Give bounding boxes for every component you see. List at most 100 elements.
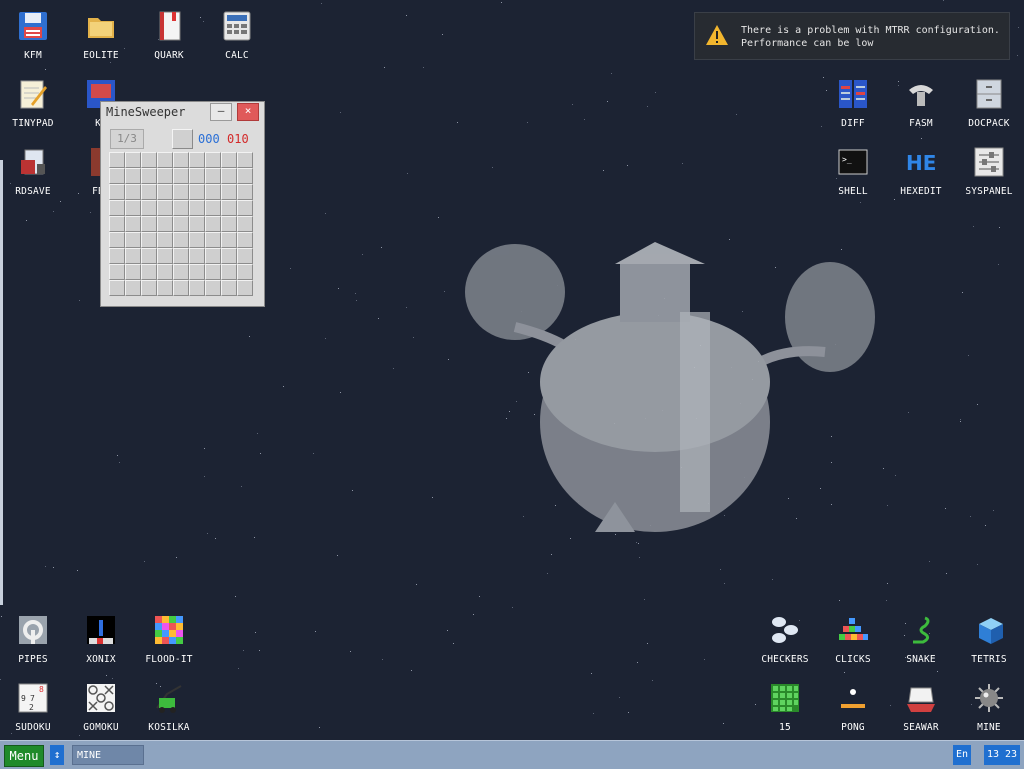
mine-cell[interactable] bbox=[157, 168, 173, 184]
desktop-icon-rdsave[interactable]: RDSAVE bbox=[1, 146, 65, 208]
desktop-icon-pipes[interactable]: PIPES bbox=[1, 614, 65, 676]
desktop-icon-docpack[interactable]: DOCPACK bbox=[957, 78, 1021, 140]
mine-cell[interactable] bbox=[205, 248, 221, 264]
desktop-icon-sudoku[interactable]: 972 8 SUDOKU bbox=[1, 682, 65, 744]
minesweeper-window[interactable]: MineSweeper – × 1/3 000 010 bbox=[100, 101, 265, 307]
mine-cell[interactable] bbox=[189, 248, 205, 264]
mine-cell[interactable] bbox=[141, 200, 157, 216]
mine-cell[interactable] bbox=[237, 152, 253, 168]
mine-cell[interactable] bbox=[205, 200, 221, 216]
mine-cell[interactable] bbox=[237, 200, 253, 216]
mine-cell[interactable] bbox=[109, 264, 125, 280]
mine-cell[interactable] bbox=[205, 264, 221, 280]
mtrr-warning-notification[interactable]: There is a problem with MTRR configurati… bbox=[694, 12, 1010, 60]
mine-cell[interactable] bbox=[141, 216, 157, 232]
mine-cell[interactable] bbox=[125, 184, 141, 200]
mine-cell[interactable] bbox=[237, 184, 253, 200]
mine-cell[interactable] bbox=[237, 280, 253, 296]
mine-cell[interactable] bbox=[141, 280, 157, 296]
mine-cell[interactable] bbox=[125, 280, 141, 296]
mine-cell[interactable] bbox=[173, 232, 189, 248]
mine-cell[interactable] bbox=[189, 280, 205, 296]
mine-cell[interactable] bbox=[125, 264, 141, 280]
mine-cell[interactable] bbox=[173, 264, 189, 280]
mine-cell[interactable] bbox=[237, 248, 253, 264]
desktop-icon-eolite[interactable]: EOLITE bbox=[69, 10, 133, 72]
desktop-icon-tetris[interactable]: TETRIS bbox=[957, 614, 1021, 676]
minimize-button[interactable]: – bbox=[210, 103, 232, 121]
mine-cell[interactable] bbox=[109, 184, 125, 200]
mine-cell[interactable] bbox=[221, 248, 237, 264]
mine-cell[interactable] bbox=[109, 280, 125, 296]
desktop-icon-mine[interactable]: MINE bbox=[957, 682, 1021, 744]
desktop-icon-flood-it[interactable]: FLOOD-IT bbox=[137, 614, 201, 676]
mine-cell[interactable] bbox=[173, 248, 189, 264]
mine-cell[interactable] bbox=[205, 168, 221, 184]
mine-cell[interactable] bbox=[109, 232, 125, 248]
desktop-icon-xonix[interactable]: XONIX bbox=[69, 614, 133, 676]
mine-cell[interactable] bbox=[205, 232, 221, 248]
mine-cell[interactable] bbox=[125, 168, 141, 184]
mine-cell[interactable] bbox=[205, 280, 221, 296]
mine-cell[interactable] bbox=[221, 168, 237, 184]
desktop-icon-calc[interactable]: CALC bbox=[205, 10, 269, 72]
mine-cell[interactable] bbox=[221, 216, 237, 232]
mine-cell[interactable] bbox=[237, 216, 253, 232]
desktop-icon-quark[interactable]: QUARK bbox=[137, 10, 201, 72]
desktop-icon-clicks[interactable]: CLICKS bbox=[821, 614, 885, 676]
mine-cell[interactable] bbox=[189, 232, 205, 248]
mine-cell[interactable] bbox=[157, 152, 173, 168]
mine-cell[interactable] bbox=[141, 232, 157, 248]
mine-cell[interactable] bbox=[221, 264, 237, 280]
desktop-icon-snake[interactable]: SNAKE bbox=[889, 614, 953, 676]
mine-cell[interactable] bbox=[109, 168, 125, 184]
mine-cell[interactable] bbox=[141, 184, 157, 200]
mine-cell[interactable] bbox=[157, 216, 173, 232]
mine-cell[interactable] bbox=[173, 152, 189, 168]
taskbar-task-mine[interactable]: MINE bbox=[72, 745, 144, 765]
mine-cell[interactable] bbox=[109, 248, 125, 264]
mine-cell[interactable] bbox=[189, 168, 205, 184]
close-button[interactable]: × bbox=[237, 103, 259, 121]
minefield-grid[interactable] bbox=[109, 152, 255, 298]
language-indicator[interactable]: En bbox=[953, 745, 971, 765]
clock[interactable]: 13 23 bbox=[984, 745, 1020, 765]
desktop-icon-checkers[interactable]: CHECKERS bbox=[753, 614, 817, 676]
mine-cell[interactable] bbox=[205, 184, 221, 200]
mine-cell[interactable] bbox=[221, 280, 237, 296]
desktop-icon-kfm[interactable]: KFM bbox=[1, 10, 65, 72]
mine-cell[interactable] bbox=[157, 232, 173, 248]
mine-cell[interactable] bbox=[221, 232, 237, 248]
desktop-icon-tinypad[interactable]: TINYPAD bbox=[1, 78, 65, 140]
desktop-icon-shell[interactable]: >_ SHELL bbox=[821, 146, 885, 208]
mine-cell[interactable] bbox=[237, 264, 253, 280]
desktop-icon-gomoku[interactable]: GOMOKU bbox=[69, 682, 133, 744]
mine-cell[interactable] bbox=[237, 168, 253, 184]
mine-cell[interactable] bbox=[189, 152, 205, 168]
mine-cell[interactable] bbox=[189, 216, 205, 232]
mine-cell[interactable] bbox=[221, 184, 237, 200]
mine-cell[interactable] bbox=[125, 248, 141, 264]
mine-cell[interactable] bbox=[125, 232, 141, 248]
mine-cell[interactable] bbox=[141, 264, 157, 280]
mine-cell[interactable] bbox=[173, 200, 189, 216]
desktop-icon-pong[interactable]: PONG bbox=[821, 682, 885, 744]
mine-cell[interactable] bbox=[109, 216, 125, 232]
desktop-icon-kosilka[interactable]: KOSILKA bbox=[137, 682, 201, 744]
mine-cell[interactable] bbox=[141, 168, 157, 184]
mine-cell[interactable] bbox=[173, 280, 189, 296]
mine-cell[interactable] bbox=[189, 264, 205, 280]
mine-cell[interactable] bbox=[173, 216, 189, 232]
mine-cell[interactable] bbox=[125, 200, 141, 216]
level-indicator[interactable]: 1/3 bbox=[110, 129, 144, 149]
mine-cell[interactable] bbox=[205, 152, 221, 168]
desktop-icon-fasm[interactable]: FASM bbox=[889, 78, 953, 140]
desktop-icon-syspanel[interactable]: SYSPANEL bbox=[957, 146, 1021, 208]
menu-button[interactable]: Menu bbox=[4, 745, 44, 767]
desktop-icon-seawar[interactable]: SEAWAR bbox=[889, 682, 953, 744]
mine-cell[interactable] bbox=[237, 232, 253, 248]
mine-cell[interactable] bbox=[173, 168, 189, 184]
mine-cell[interactable] bbox=[189, 184, 205, 200]
mine-cell[interactable] bbox=[109, 152, 125, 168]
new-game-button[interactable] bbox=[172, 129, 193, 149]
